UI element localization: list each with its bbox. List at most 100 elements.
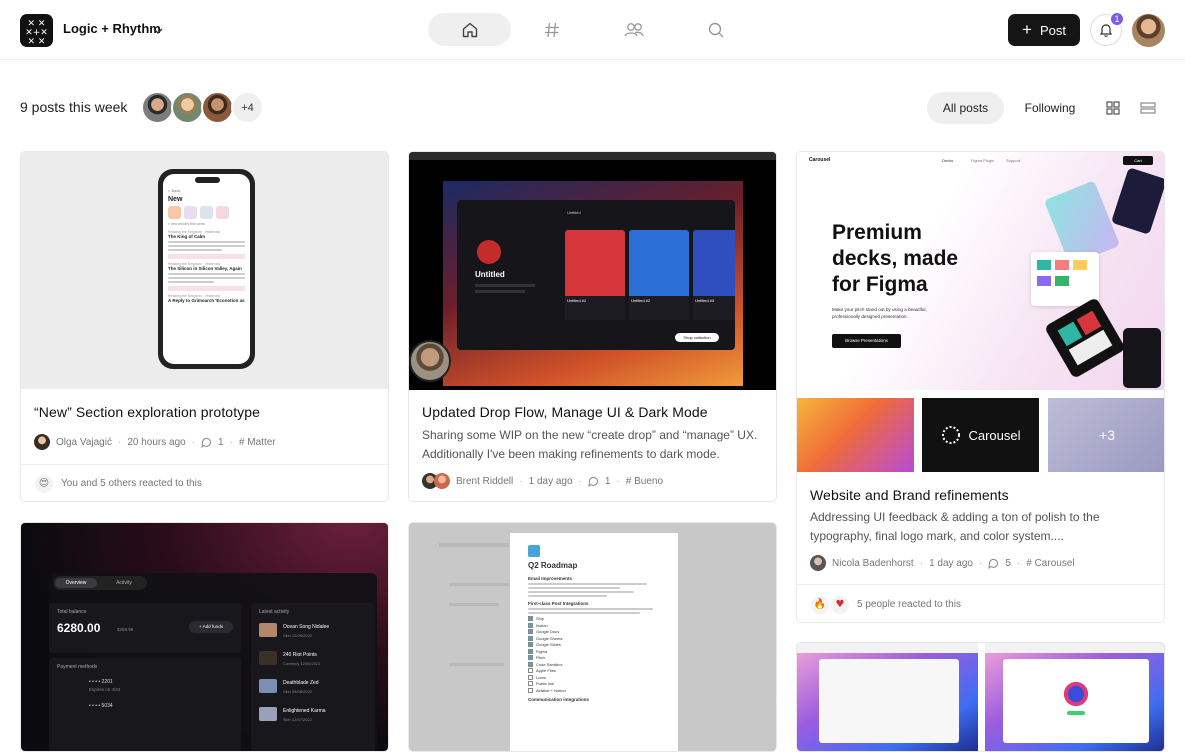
nav-home[interactable] — [428, 13, 511, 46]
notification-badge: 1 — [1110, 12, 1124, 26]
avatar[interactable] — [141, 91, 174, 124]
new-post-button[interactable]: + Post — [1008, 14, 1080, 46]
author-avatar[interactable] — [810, 555, 826, 571]
doc-checklist-item: Google Sheets — [528, 635, 660, 641]
hero-nav-item: Figma Plugin — [971, 158, 995, 163]
nav-channels[interactable] — [510, 13, 593, 46]
post-card[interactable]: Q2 Roadmap Email Improvements First-clas… — [408, 522, 777, 752]
new-post-label: Post — [1039, 22, 1066, 38]
post-thumbnail[interactable]: Q2 Roadmap Email Improvements First-clas… — [409, 523, 776, 751]
doc-checklist-label: Loom — [536, 674, 547, 680]
post-time: 20 hours ago — [127, 436, 186, 448]
list-view-button[interactable] — [1139, 99, 1157, 117]
gallery-more[interactable]: +3 — [1048, 398, 1164, 472]
post-title[interactable]: Updated Drop Flow, Manage UI & Dark Mode — [422, 404, 708, 420]
author-name[interactable]: Brent Riddell — [456, 476, 513, 487]
posts-summary: 9 posts this week — [20, 99, 128, 115]
post-thumbnail[interactable]: Overview Activity Total balance 6280.00 … — [21, 523, 388, 751]
doc-checklist-label: Code Sandbox — [536, 661, 563, 667]
chevron-down-icon[interactable] — [153, 26, 163, 36]
more-avatars[interactable]: +4 — [231, 91, 264, 124]
doc-title: Q2 Roadmap — [528, 561, 578, 570]
post-thumbnail[interactable] — [797, 643, 1164, 751]
phone-article-title: A Reply to Grimoarch 'Econotion as — [168, 298, 245, 303]
activity-item-name: Ocean Song Nidalee — [283, 624, 330, 630]
checkbox-icon — [528, 668, 533, 673]
grid-view-button[interactable] — [1104, 99, 1122, 117]
post-card[interactable] — [796, 642, 1165, 752]
dash-tab: Overview — [55, 578, 97, 588]
doc-checklist-item: Notion — [528, 622, 660, 628]
card-expiry: Expires on 4/24 — [89, 687, 121, 692]
phone-caption: x new articles this week — [168, 222, 205, 226]
post-card[interactable]: < Back New x new articles this week Read… — [20, 151, 389, 502]
drop-card-title: Untitled #3 — [693, 296, 735, 320]
avatar[interactable] — [171, 91, 204, 124]
reactions-text: 5 people reacted to this — [857, 599, 961, 610]
card-number: • • • • 5034 — [89, 703, 113, 709]
comment-icon — [201, 437, 212, 448]
doc-checklist-item: Pitch — [528, 655, 660, 660]
post-thumbnail[interactable]: Untitled Untitled Untitled #1 Untitled #… — [409, 152, 776, 390]
gallery-brand-text: Carousel — [968, 427, 1021, 443]
post-thumbnail[interactable]: Carousel Decks Figma Plugin Support Cart… — [797, 152, 1164, 390]
hero-cta-button: Browse Presentations — [832, 334, 901, 348]
gallery-image[interactable]: Carousel — [922, 398, 1039, 472]
filter-following[interactable]: Following — [1012, 92, 1088, 124]
comment-count: 1 — [218, 436, 224, 448]
post-description: Addressing UI feedback & adding a ton of… — [810, 510, 1100, 543]
heart-emoji-icon: ♥ — [831, 595, 849, 614]
people-icon — [623, 22, 644, 36]
post-card[interactable]: Carousel Decks Figma Plugin Support Cart… — [796, 151, 1165, 623]
author-name[interactable]: Nicola Badenhorst — [832, 558, 914, 569]
workspace-name[interactable]: Logic + Rhythm — [63, 21, 161, 36]
doc-checklist-item: Loom — [528, 674, 660, 680]
post-card[interactable]: Untitled Untitled Untitled #1 Untitled #… — [408, 151, 777, 502]
doc-checklist-label: Airtable + Notion — [536, 687, 566, 693]
avatar[interactable] — [201, 91, 234, 124]
activity-item-tag: Currency — [283, 661, 300, 666]
reactions-bar[interactable]: 😍 You and 5 others reacted to this — [21, 464, 388, 501]
activity-item-tag: Skin — [283, 717, 291, 722]
nav-search[interactable] — [674, 13, 757, 46]
author-avatar[interactable] — [34, 434, 50, 450]
doc-checklist-label: Pitch — [536, 655, 545, 660]
gallery-image[interactable] — [797, 398, 914, 472]
post-title[interactable]: Website and Brand refinements — [810, 487, 1009, 503]
heart-eyes-emoji-icon: 😍 — [35, 474, 53, 493]
shop-collection-button: Shop collection — [675, 333, 719, 342]
post-card[interactable]: Overview Activity Total balance 6280.00 … — [20, 522, 389, 752]
hash-icon — [544, 22, 559, 37]
comment-count: 1 — [604, 475, 611, 487]
activity-item-tag: Skin — [283, 689, 291, 694]
dash-tab: Activity — [116, 580, 132, 586]
doc-checklist-item: Ship — [528, 616, 660, 621]
doc-checklist-label: Apple Files — [536, 668, 556, 673]
post-thumbnail[interactable]: < Back New x new articles this week Read… — [21, 152, 388, 389]
reactions-text: You and 5 others reacted to this — [61, 478, 202, 489]
channel-tag[interactable]: # Bueno — [626, 476, 663, 487]
activity-item-name: Deathblade Zed — [283, 680, 319, 686]
plus-icon: + — [1022, 19, 1032, 39]
search-icon — [708, 22, 723, 37]
coauthor-avatar[interactable] — [434, 473, 450, 489]
phone-back-link: < Back — [168, 188, 181, 193]
grid-icon — [1106, 101, 1120, 115]
filter-all-posts[interactable]: All posts — [927, 92, 1004, 124]
home-icon — [462, 22, 477, 37]
nav-people[interactable] — [592, 13, 675, 46]
workspace-logo[interactable]: ✕ ✕ ✕+✕ ✕ ✕ — [20, 14, 53, 47]
channel-tag[interactable]: # Matter — [239, 437, 276, 448]
author-name[interactable]: Olga Vajagić — [56, 437, 112, 448]
activity-item-date: 12/09/2022 — [300, 661, 321, 666]
gallery-more-count: +3 — [1099, 427, 1115, 443]
card-number: • • • • 2201 — [89, 679, 113, 685]
balance-value: 6280.00 — [57, 621, 101, 635]
drop-card-title: Untitled #2 — [629, 296, 689, 320]
channel-tag[interactable]: # Carousel — [1026, 558, 1074, 569]
user-avatar[interactable] — [1132, 14, 1165, 47]
doc-checklist-label: Public link — [536, 681, 555, 686]
reactions-bar[interactable]: 🔥 ♥ 5 people reacted to this — [797, 584, 1164, 622]
add-funds-button: + Add funds — [189, 621, 233, 633]
post-title[interactable]: “New” Section exploration prototype — [34, 404, 260, 420]
